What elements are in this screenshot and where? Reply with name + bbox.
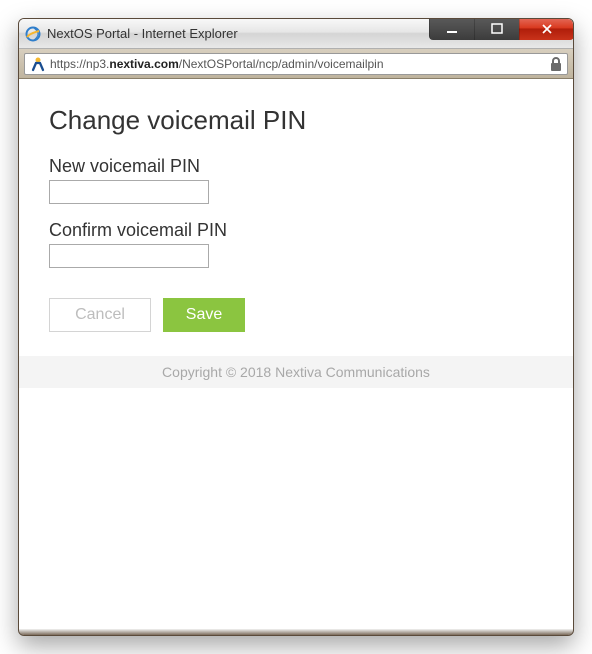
url-prefix: https://np3. xyxy=(50,57,109,71)
ie-icon xyxy=(25,26,41,42)
window-controls xyxy=(429,18,574,40)
footer-copyright: Copyright © 2018 Nextiva Communications xyxy=(19,356,573,388)
titlebar: NextOS Portal - Internet Explorer xyxy=(19,19,573,49)
window-frame: NextOS Portal - Internet Explorer https xyxy=(18,18,574,636)
confirm-pin-label: Confirm voicemail PIN xyxy=(49,220,543,241)
lock-icon xyxy=(549,56,563,75)
new-pin-input[interactable] xyxy=(49,180,209,204)
address-bar: https://np3.nextiva.com/NextOSPortal/ncp… xyxy=(19,49,573,79)
url-path: /NextOSPortal/ncp/admin/voicemailpin xyxy=(179,57,384,71)
maximize-button[interactable] xyxy=(474,18,519,40)
window-title: NextOS Portal - Internet Explorer xyxy=(47,26,238,41)
url-text: https://np3.nextiva.com/NextOSPortal/ncp… xyxy=(50,57,384,71)
cancel-button[interactable]: Cancel xyxy=(49,298,151,332)
save-button[interactable]: Save xyxy=(163,298,245,332)
nextiva-favicon-icon xyxy=(30,56,46,72)
new-pin-label: New voicemail PIN xyxy=(49,156,543,177)
url-input[interactable]: https://np3.nextiva.com/NextOSPortal/ncp… xyxy=(24,53,568,75)
confirm-pin-input[interactable] xyxy=(49,244,209,268)
minimize-button[interactable] xyxy=(429,18,474,40)
page-content: Change voicemail PIN New voicemail PIN C… xyxy=(19,79,573,408)
close-button[interactable] xyxy=(519,18,574,40)
button-row: Cancel Save xyxy=(49,298,543,332)
page-heading: Change voicemail PIN xyxy=(49,105,543,136)
url-domain: nextiva.com xyxy=(109,57,178,71)
window-bottom-frame xyxy=(19,629,573,635)
